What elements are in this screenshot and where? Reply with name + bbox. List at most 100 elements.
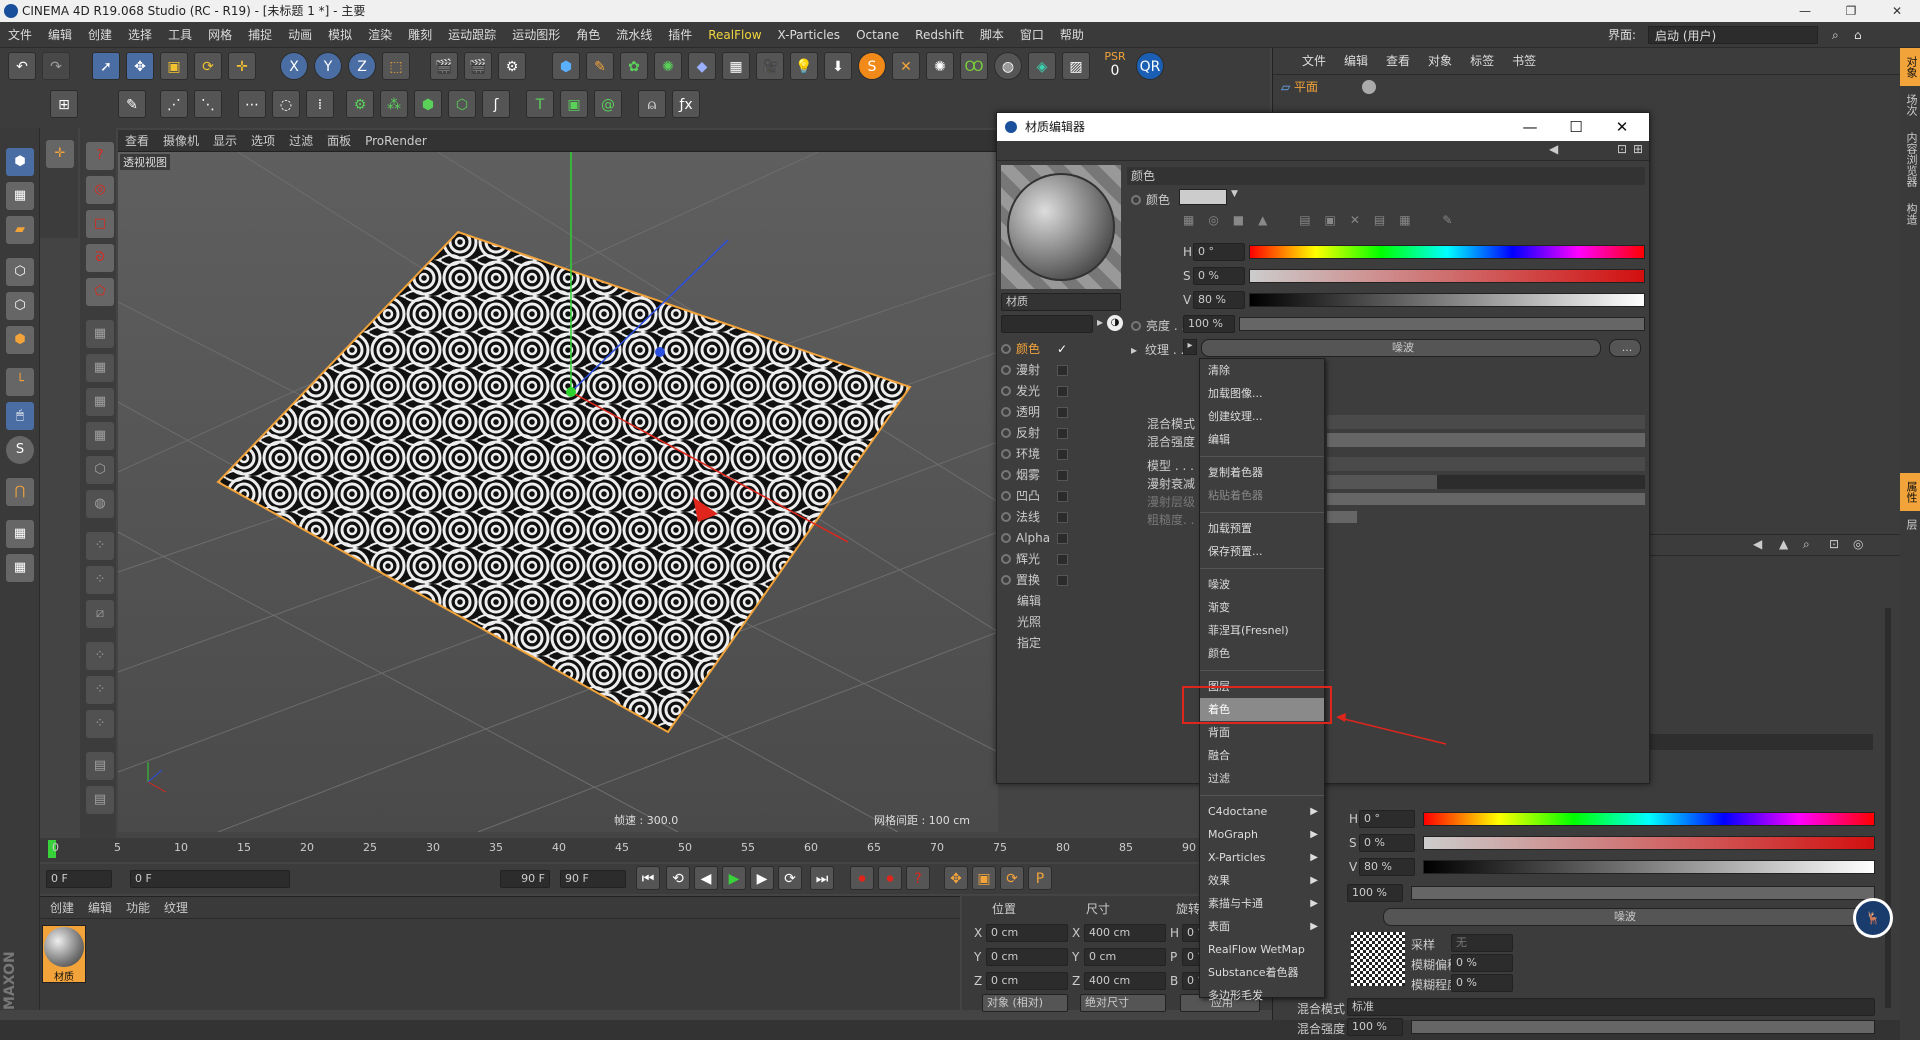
- roughness-slider[interactable]: [1327, 511, 1357, 523]
- texture-button[interactable]: 噪波: [1201, 339, 1601, 357]
- channel-checkbox[interactable]: [1057, 491, 1068, 502]
- dialog-lock-icon[interactable]: ⊡: [1617, 142, 1627, 156]
- dim-tool-icon-4[interactable]: ▦: [86, 422, 114, 450]
- menu-pipeline[interactable]: 流水线: [608, 22, 660, 48]
- close-button[interactable]: ✕: [1874, 0, 1920, 22]
- pos-y-field[interactable]: 0 cm: [986, 948, 1068, 966]
- download-icon[interactable]: ⬇: [824, 52, 852, 80]
- mix-mode-select[interactable]: [1327, 415, 1645, 429]
- dim-tool-icon-5[interactable]: ⬡: [86, 456, 114, 484]
- attr-mix-strength-field[interactable]: 100 %: [1347, 1018, 1403, 1036]
- color-mode-icons[interactable]: ▦◎■▲ ▤▣✕▤▦ ✎: [1183, 213, 1466, 227]
- channel-checkbox[interactable]: [1057, 386, 1068, 397]
- dialog-new-icon[interactable]: ⊞: [1633, 142, 1643, 156]
- next-key-icon[interactable]: ⟳: [778, 866, 802, 890]
- object-row-plane[interactable]: ▱ 平面: [1281, 78, 1411, 96]
- menu-motion-tracking[interactable]: 运动跟踪: [440, 22, 504, 48]
- layout-select[interactable]: 启动 (用户): [1648, 26, 1818, 44]
- record-icon[interactable]: ⏺: [850, 866, 874, 890]
- axis-mode-icon[interactable]: └: [6, 368, 34, 396]
- spline-tool-icon[interactable]: ⋱: [194, 90, 222, 118]
- points-mode-icon[interactable]: ⬡: [6, 258, 34, 286]
- channel-checkbox[interactable]: [1057, 428, 1068, 439]
- menu-plugins[interactable]: 插件: [660, 22, 700, 48]
- sphere-grid-icon[interactable]: ◍: [994, 52, 1022, 80]
- material-name-field[interactable]: 材质: [1001, 293, 1121, 311]
- camera-icon[interactable]: 🎥: [756, 52, 784, 80]
- channel-transparency[interactable]: 透明: [1001, 402, 1125, 422]
- channel-checkbox[interactable]: ✓: [1057, 339, 1068, 356]
- model-mode-icon[interactable]: ⬢: [6, 148, 34, 176]
- dim-tool-icon-1[interactable]: ▦: [86, 320, 114, 348]
- psr-widget[interactable]: PSR 0: [1100, 50, 1130, 82]
- side-tab-objects[interactable]: 对象: [1900, 48, 1920, 86]
- mm-menu-function[interactable]: 功能: [126, 901, 150, 915]
- channel-glow[interactable]: 辉光: [1001, 549, 1125, 569]
- om-menu-view[interactable]: 查看: [1377, 48, 1419, 74]
- dim-tool-icon-7[interactable]: ⁘: [86, 532, 114, 560]
- menu-character[interactable]: 角色: [568, 22, 608, 48]
- key-param-icon[interactable]: P: [1028, 866, 1052, 890]
- extra-assignment[interactable]: 指定: [1017, 633, 1041, 653]
- vp-menu-camera[interactable]: 摄像机: [156, 130, 206, 152]
- restore-button[interactable]: ❐: [1828, 0, 1874, 22]
- menu-item-mograph[interactable]: MoGraph ▶: [1200, 823, 1324, 846]
- attr-blur-offset-field[interactable]: 0 %: [1451, 954, 1513, 972]
- end-frame-field[interactable]: 90 F: [560, 870, 626, 888]
- light-icon[interactable]: 💡: [790, 52, 818, 80]
- menu-item-save-preset[interactable]: 保存预置...: [1200, 540, 1324, 563]
- next-frame-icon[interactable]: ▶: [750, 866, 774, 890]
- s-field[interactable]: 0 %: [1193, 267, 1245, 285]
- menu-item-substance[interactable]: Substance着色器: [1200, 961, 1324, 984]
- expand-arrow-icon[interactable]: ▸: [1131, 343, 1137, 357]
- attr-sampling-select[interactable]: 无: [1451, 934, 1513, 952]
- om-menu-tags[interactable]: 标签: [1461, 48, 1503, 74]
- side-tab-attributes[interactable]: 属性: [1900, 473, 1920, 511]
- settings-icon[interactable]: ◎: [1853, 537, 1863, 551]
- menu-item-load-image[interactable]: 加载图像...: [1200, 382, 1324, 405]
- menu-item-edit[interactable]: 编辑: [1200, 428, 1324, 451]
- dialog-maximize-button[interactable]: ☐: [1553, 113, 1599, 141]
- dim-tool-icon-13[interactable]: ▤: [86, 752, 114, 780]
- arrow-right-icon[interactable]: ▸: [1097, 315, 1103, 329]
- floor-icon[interactable]: ▦: [722, 52, 750, 80]
- dot-line-icon[interactable]: ⋯: [238, 90, 266, 118]
- render-view-icon[interactable]: 🎬: [430, 52, 458, 80]
- dim-tool-icon-9[interactable]: ⧄: [86, 600, 114, 628]
- magnet-icon[interactable]: ⋂: [6, 478, 34, 506]
- menu-simulate[interactable]: 模拟: [320, 22, 360, 48]
- attr-sat-slider[interactable]: [1423, 836, 1875, 850]
- hue-slider[interactable]: [1249, 245, 1645, 259]
- vp-menu-view[interactable]: 查看: [118, 130, 156, 152]
- fx-icon[interactable]: ƒx: [672, 90, 700, 118]
- size-y-field[interactable]: 0 cm: [1084, 948, 1166, 966]
- material-tag-icon[interactable]: [1361, 80, 1376, 94]
- lock-icon[interactable]: ⊡: [1829, 537, 1839, 551]
- qr-icon[interactable]: QR: [1136, 52, 1164, 80]
- viewport-layout-icon[interactable]: ⊞: [50, 90, 78, 118]
- menu-window[interactable]: 窗口: [1012, 22, 1052, 48]
- menu-render[interactable]: 渲染: [360, 22, 400, 48]
- menu-tools[interactable]: 工具: [160, 22, 200, 48]
- menu-item-xparticles[interactable]: X-Particles ▶: [1200, 846, 1324, 869]
- menu-octane[interactable]: Octane: [848, 22, 907, 48]
- model-select[interactable]: [1327, 457, 1645, 471]
- diamond-icon[interactable]: ◈: [1028, 52, 1056, 80]
- attr-s-field[interactable]: 0 %: [1359, 834, 1415, 852]
- green-box-icon[interactable]: ▣: [560, 90, 588, 118]
- coord-mode-select[interactable]: 对象 (相对): [982, 994, 1068, 1012]
- coordinate-system-icon[interactable]: ⬚: [382, 52, 410, 80]
- menu-script[interactable]: 脚本: [972, 22, 1012, 48]
- menu-edit[interactable]: 编辑: [40, 22, 80, 48]
- attr-mix-strength-slider[interactable]: [1411, 1020, 1875, 1034]
- move-icon[interactable]: ✥: [126, 52, 154, 80]
- dim-tool-icon-10[interactable]: ⁘: [86, 642, 114, 670]
- channel-displacement[interactable]: 置换: [1001, 570, 1125, 590]
- pos-z-field[interactable]: 0 cm: [986, 972, 1068, 990]
- dialog-close-button[interactable]: ✕: [1599, 113, 1645, 141]
- side-tab-content-browser[interactable]: 内容浏览器: [1900, 124, 1920, 195]
- keyframe-help-icon[interactable]: ?: [906, 866, 930, 890]
- xparticles-icon[interactable]: ✕: [892, 52, 920, 80]
- channel-checkbox[interactable]: [1057, 575, 1068, 586]
- dialog-minimize-button[interactable]: —: [1507, 113, 1553, 141]
